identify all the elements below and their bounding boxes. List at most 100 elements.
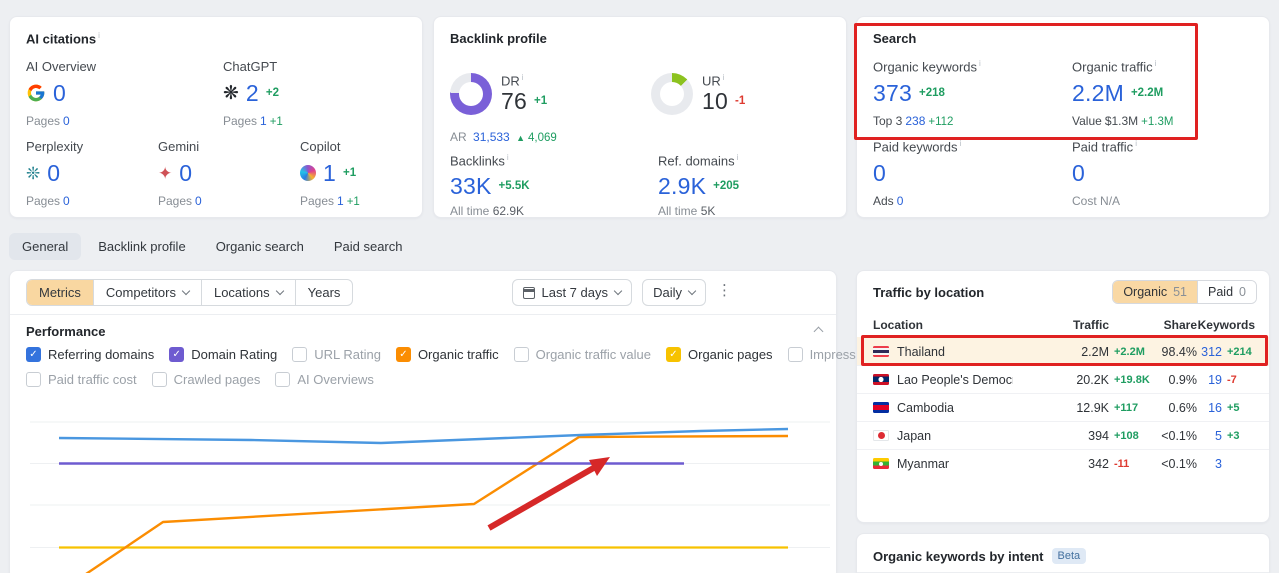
table-row-laos[interactable]: Lao People's Democratic Reput 20.2K+19.8… [857,365,1269,393]
checkbox-url-rating[interactable]: URL Rating [292,347,381,362]
organic-traffic-link[interactable]: 2.2M [1072,80,1124,107]
checkbox-box[interactable] [26,372,41,387]
metric-checkbox-row-1: Referring domains Domain Rating URL Rati… [26,347,978,362]
perplexity-value: 0 [47,159,61,186]
performance-line-chart [30,421,830,573]
chevron-down-icon [613,286,623,296]
checkbox-crawled-pages[interactable]: Crawled pages [151,372,260,387]
years-button[interactable]: Years [294,280,353,305]
ref-domains-link[interactable]: 2.9K [658,173,706,200]
location-table-header: Location Traffic Share Keywords [873,318,1255,332]
chevron-down-icon [181,286,191,296]
pages-link[interactable]: 0 [63,194,70,208]
checkbox-organic-pages[interactable]: Organic pages [666,347,773,362]
ar-row: AR 31,533 ▲ 4,069 [450,130,557,144]
collapse-chevron-icon[interactable] [813,326,824,337]
ai-overview-value: 0 [53,79,66,106]
ai-citations-title: AI citations i [26,31,100,47]
myanmar-flag-icon [873,458,889,469]
checkbox-box[interactable] [292,347,308,362]
dr-donut-chart [450,73,492,115]
backlinks-link[interactable]: 33K [450,173,492,200]
top3-link[interactable]: 238 [905,114,925,128]
table-row-myanmar[interactable]: Myanmar 342 -11 <0.1% 3 [857,449,1269,477]
checkbox-organic-traffic[interactable]: Organic traffic [395,347,499,362]
table-row-cambodia[interactable]: Cambodia 12.9K +117 0.6% 16 +5 [857,393,1269,421]
chatgpt-value: 2 [245,79,259,106]
tab-backlink-profile[interactable]: Backlink profile [85,233,198,260]
copilot-icon [300,165,316,181]
gemini-value: 0 [179,159,193,186]
checkbox-referring-domains[interactable]: Referring domains [26,347,154,362]
organic-paid-toggle: Organic 51 Paid 0 [1112,280,1257,304]
keywords-link[interactable]: 19 [1208,373,1222,387]
checkbox-box[interactable] [787,347,803,362]
metric-organic-traffic: Organic traffic i 2.2M +2.2M Value $1.3M +1… [1072,59,1174,129]
pages-link[interactable]: 0 [195,194,202,208]
metric-dr: DR i 76 +1 [450,73,547,115]
metric-ai-overview: AI Overview 0 Pages 0 [26,59,97,128]
kebab-menu-icon[interactable]: ⋮ [713,283,736,298]
keywords-link[interactable]: 16 [1208,401,1222,415]
search-card: Search Organic keywords i 373 +218 Top 32… [854,16,1270,218]
ar-link[interactable]: 31,533 [473,130,510,144]
chevron-down-icon [275,286,284,296]
info-icon: i [521,73,524,82]
info-icon: i [98,31,100,40]
table-row-thailand[interactable]: Thailand 2.2M +2.2M 98.4% 312 +214 [857,337,1269,365]
info-icon: i [979,59,981,68]
info-icon: i [1154,59,1157,68]
checkbox-box[interactable] [275,372,291,387]
google-icon [26,83,46,103]
keywords-by-intent-card: Organic keywords by intent Beta [856,533,1270,573]
checkbox-organic-traffic-value[interactable]: Organic traffic value [513,347,651,362]
checkbox-domain-rating[interactable]: Domain Rating [169,347,277,362]
pages-link[interactable]: 1 [260,114,267,128]
toggle-paid[interactable]: Paid 0 [1197,281,1256,303]
granularity-dropdown[interactable]: Daily [642,279,706,306]
keywords-link[interactable]: 3 [1215,457,1222,471]
info-icon: i [959,139,962,148]
checkbox-box[interactable] [513,347,529,362]
pages-link[interactable]: 1 [337,194,344,208]
metric-gemini: Gemini ✦ 0 Pages 0 [158,139,202,208]
performance-title: Performance [26,324,106,339]
checkbox-paid-traffic-cost[interactable]: Paid traffic cost [26,372,137,387]
toggle-organic[interactable]: Organic 51 [1113,281,1198,303]
info-icon: i [1135,139,1137,148]
keywords-link[interactable]: 312 [1201,345,1222,359]
pages-link[interactable]: 0 [63,114,70,128]
table-row-japan[interactable]: Japan 394 +108 <0.1% 5 +3 [857,421,1269,449]
tab-organic-search[interactable]: Organic search [203,233,317,260]
metrics-button[interactable]: Metrics [27,280,93,305]
tab-paid-search[interactable]: Paid search [321,233,416,260]
competitors-dropdown[interactable]: Competitors [92,280,201,305]
checkbox-box[interactable] [151,372,167,387]
metric-paid-keywords: Paid keywords i 0 Ads 0 [873,139,962,209]
checkbox-box[interactable] [26,347,41,362]
checkbox-box[interactable] [666,347,681,362]
annotation-arrow [487,457,610,531]
location-table-body: Thailand 2.2M +2.2M 98.4% 312 +214 Lao Peo… [857,337,1269,477]
perplexity-icon: ❊ [26,163,41,183]
organic-keywords-link[interactable]: 373 [873,80,912,107]
traffic-by-location-card: Traffic by location Organic 51 Paid 0 Loca… [856,270,1270,523]
date-range-dropdown[interactable]: Last 7 days [511,279,632,306]
metric-chatgpt: ChatGPT ❋ 2 +2 Pages 1 +1 [223,59,283,128]
up-triangle-icon: ▲ [516,133,525,143]
checkbox-box[interactable] [395,347,411,362]
japan-flag-icon [873,430,889,441]
keywords-by-intent-title: Organic keywords by intent Beta [873,548,1087,564]
chatgpt-icon: ❋ [223,82,239,104]
locations-dropdown[interactable]: Locations [200,280,295,305]
toolbar-divider [10,314,836,315]
metric-ref-domains: Ref. domains i 2.9K +205 All time 5K [658,153,740,219]
checkbox-box[interactable] [169,347,185,362]
ai-citations-card: AI citations i AI Overview 0 Pages 0 ChatG… [9,16,423,218]
info-icon: i [722,73,725,82]
ads-link[interactable]: 0 [897,194,904,208]
tab-general[interactable]: General [9,233,82,260]
checkbox-ai-overviews[interactable]: AI Overviews [275,372,374,387]
keywords-link[interactable]: 5 [1215,429,1222,443]
gemini-icon: ✦ [158,163,173,183]
